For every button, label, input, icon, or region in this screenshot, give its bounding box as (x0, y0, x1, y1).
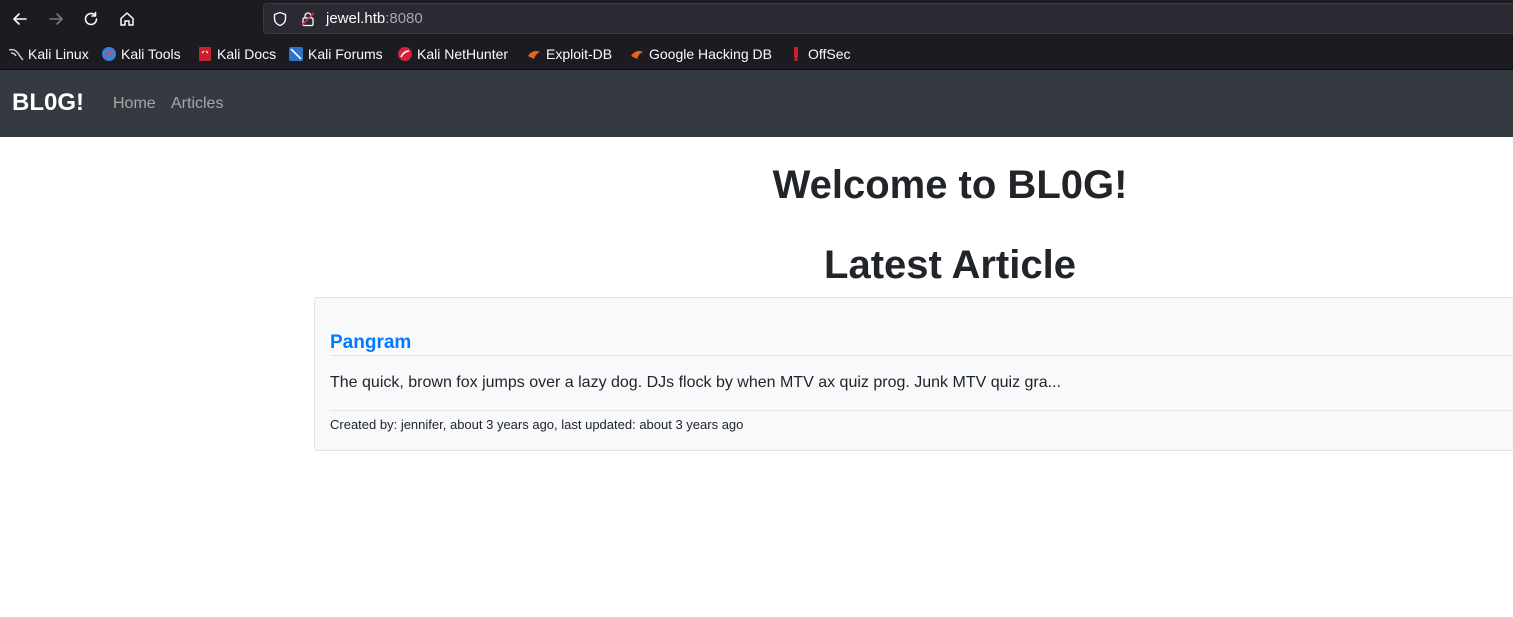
kali-tools-icon (102, 47, 116, 61)
kali-dragon-icon (8, 48, 24, 61)
bookmarks-bar: Kali Linux Kali Tools Kali Docs Kali For… (0, 37, 1513, 70)
article-title-link[interactable]: Pangram (330, 332, 411, 354)
bookmark-offsec[interactable]: OffSec (788, 45, 851, 63)
url-host: jewel.htb (326, 10, 386, 27)
article-excerpt: The quick, brown fox jumps over a lazy d… (330, 374, 1061, 391)
reload-icon (84, 11, 98, 26)
url-port: :8080 (385, 10, 423, 27)
browser-toolbar: jewel.htb:8080 (0, 0, 1513, 37)
bookmark-label: Kali NetHunter (417, 46, 509, 62)
bookmark-google-hacking-db[interactable]: Google Hacking DB (629, 45, 772, 63)
site-navbar: BL0G! Home Articles (0, 70, 1513, 137)
bookmark-label: Kali Tools (121, 46, 181, 62)
nav-link-articles[interactable]: Articles (171, 95, 223, 113)
home-icon (120, 12, 134, 26)
bookmark-kali-forums[interactable]: Kali Forums (288, 45, 383, 63)
bookmark-kali-linux[interactable]: Kali Linux (8, 45, 89, 63)
welcome-heading: Welcome to BL0G! (772, 163, 1128, 207)
kali-forums-icon (289, 47, 303, 61)
kali-docs-icon (199, 47, 211, 61)
back-arrow-icon (13, 13, 27, 25)
bookmark-label: Kali Linux (28, 46, 89, 62)
back-button[interactable] (6, 5, 34, 33)
bookmark-exploit-db[interactable]: Exploit-DB (526, 45, 612, 63)
nav-link-home[interactable]: Home (113, 95, 156, 113)
insecure-lock-icon[interactable] (300, 11, 316, 27)
bookmark-kali-tools[interactable]: Kali Tools (101, 45, 181, 63)
bookmark-label: Kali Forums (308, 46, 383, 62)
url-bar[interactable]: jewel.htb:8080 (263, 3, 1513, 34)
bookmark-kali-docs[interactable]: Kali Docs (197, 45, 276, 63)
url-text[interactable]: jewel.htb:8080 (326, 10, 423, 27)
article-card: Pangram The quick, brown fox jumps over … (314, 297, 1513, 451)
divider (330, 410, 1513, 411)
exploit-db-icon (528, 51, 540, 59)
site-brand[interactable]: BL0G! (12, 89, 84, 117)
offsec-icon (794, 47, 798, 61)
bookmark-label: Google Hacking DB (649, 46, 772, 62)
forward-arrow-icon (49, 13, 63, 25)
home-button[interactable] (113, 5, 141, 33)
bookmark-label: OffSec (808, 46, 851, 62)
article-meta: Created by: jennifer, about 3 years ago,… (330, 417, 744, 432)
reload-button[interactable] (77, 5, 105, 33)
bookmark-kali-nethunter[interactable]: Kali NetHunter (397, 45, 508, 63)
latest-article-heading: Latest Article (824, 243, 1076, 287)
ghdb-icon (631, 51, 643, 59)
bookmark-label: Kali Docs (217, 46, 277, 62)
bookmark-label: Exploit-DB (546, 46, 613, 62)
forward-button[interactable] (42, 5, 70, 33)
tracking-shield-icon[interactable] (272, 11, 288, 27)
kali-nethunter-icon (398, 47, 412, 61)
divider (330, 355, 1513, 356)
